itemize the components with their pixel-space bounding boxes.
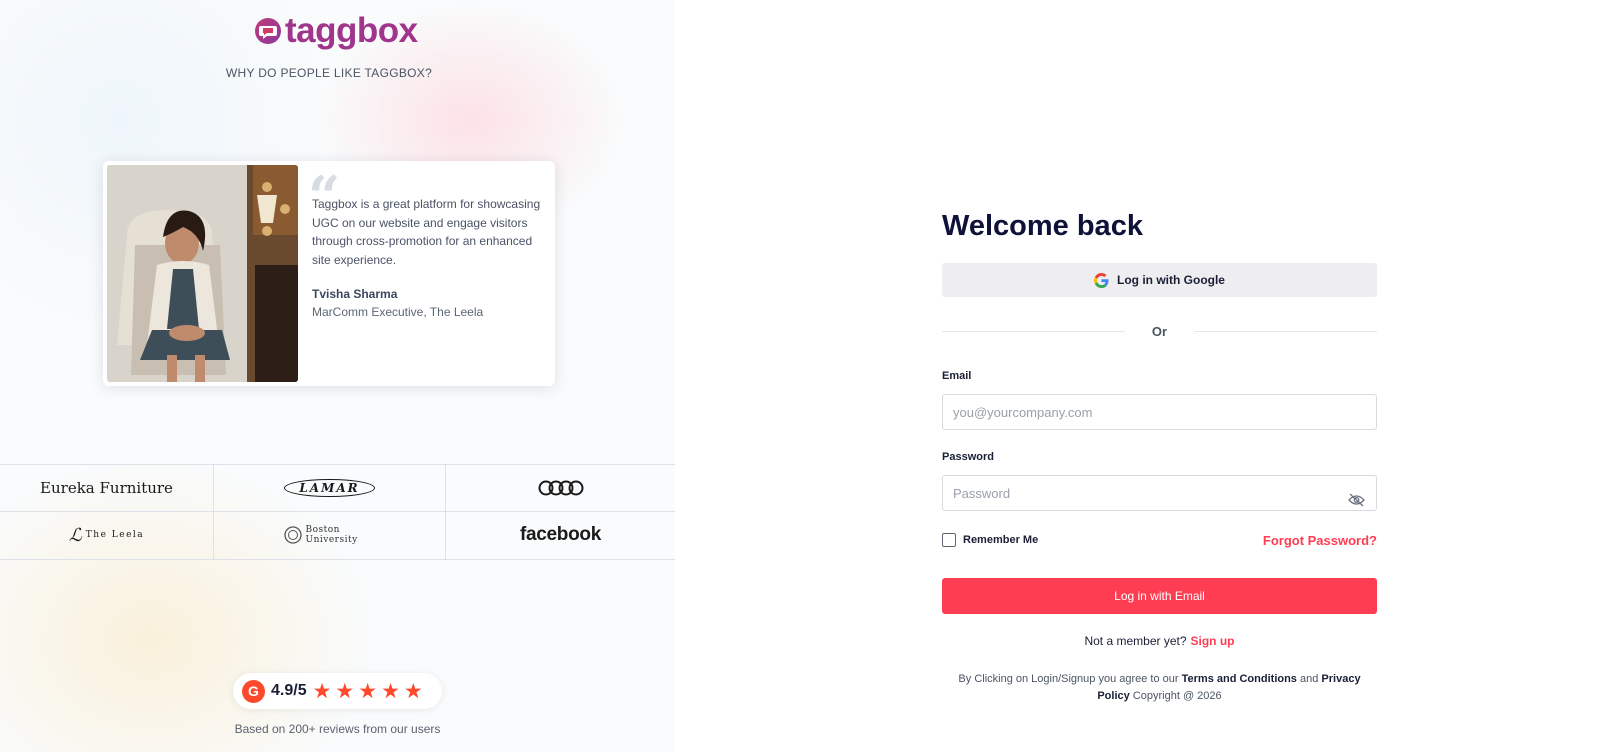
or-divider: Or bbox=[942, 323, 1377, 339]
logo-audi bbox=[446, 465, 675, 511]
chat-bubble-logo-icon bbox=[255, 18, 281, 44]
signup-prompt-text: Not a member yet? bbox=[1084, 634, 1187, 648]
client-logo-grid: Eureka Furniture LAMAR ℒ The Leela Bosto… bbox=[0, 464, 675, 560]
testimonial-author: Tvisha Sharma bbox=[312, 287, 398, 301]
taggbox-logo[interactable]: taggbox bbox=[254, 12, 418, 50]
signup-link[interactable]: Sign up bbox=[1191, 634, 1235, 648]
logo-eureka: Eureka Furniture bbox=[40, 478, 173, 497]
g2-icon: G bbox=[242, 679, 265, 703]
rating-caption: Based on 200+ reviews from our users bbox=[234, 722, 441, 736]
section-heading: WHY DO PEOPLE LIKE TAGGBOX? bbox=[225, 66, 433, 80]
remember-me-label: Remember Me bbox=[963, 534, 1039, 546]
remember-me-checkbox[interactable] bbox=[942, 533, 956, 547]
rating-score: 4.9/5 bbox=[271, 682, 307, 699]
g2-rating-badge: G 4.9/5 ★ ★ ★ ★ ★ bbox=[233, 673, 442, 709]
copyright: Copyright @ 2026 bbox=[1132, 690, 1222, 702]
logo-the-leela: ℒ The Leela bbox=[68, 524, 145, 546]
logo-facebook: facebook bbox=[519, 524, 601, 545]
password-label: Password bbox=[942, 451, 994, 463]
email-field[interactable] bbox=[942, 394, 1377, 430]
email-login-button[interactable]: Log in with Email bbox=[942, 578, 1377, 614]
forgot-password-link[interactable]: Forgot Password? bbox=[1263, 533, 1377, 548]
logo-boston-university: Boston University bbox=[214, 512, 445, 558]
testimonial-panel: taggbox WHY DO PEOPLE LIKE TAGGBOX? “ Ta… bbox=[0, 0, 675, 752]
legal-notice: By Clicking on Login/Signup you agree to… bbox=[958, 673, 1361, 702]
testimonial-card: “ Taggbox is a great platform for showca… bbox=[103, 161, 555, 386]
logo-lamar: LAMAR bbox=[214, 465, 445, 511]
star-icon: ★ bbox=[358, 679, 378, 703]
google-login-button[interactable]: Log in with Google bbox=[942, 263, 1377, 297]
star-icon: ★ bbox=[381, 679, 400, 703]
eye-off-icon[interactable] bbox=[1348, 493, 1365, 507]
star-icon: ★ bbox=[312, 679, 332, 703]
password-field[interactable] bbox=[942, 475, 1377, 511]
terms-link[interactable]: Terms and Conditions bbox=[1182, 673, 1297, 685]
logo-wordmark: taggbox bbox=[285, 11, 418, 50]
google-login-label: Log in with Google bbox=[1117, 273, 1225, 287]
testimonial-quote: Taggbox is a great platform for showcasi… bbox=[312, 197, 541, 267]
signup-prompt: Not a member yet? Sign up bbox=[942, 634, 1377, 648]
testimonial-photo bbox=[107, 165, 298, 382]
star-icon: ★ bbox=[403, 679, 423, 703]
star-icon: ★ bbox=[335, 679, 355, 703]
login-form: Welcome back Log in with Google Or Email… bbox=[942, 0, 1377, 752]
page-title: Welcome back bbox=[942, 210, 1143, 242]
google-icon bbox=[1094, 272, 1109, 288]
testimonial-role: MarComm Executive, The Leela bbox=[312, 305, 484, 319]
email-label: Email bbox=[942, 370, 972, 382]
remember-me[interactable]: Remember Me bbox=[942, 533, 1038, 547]
